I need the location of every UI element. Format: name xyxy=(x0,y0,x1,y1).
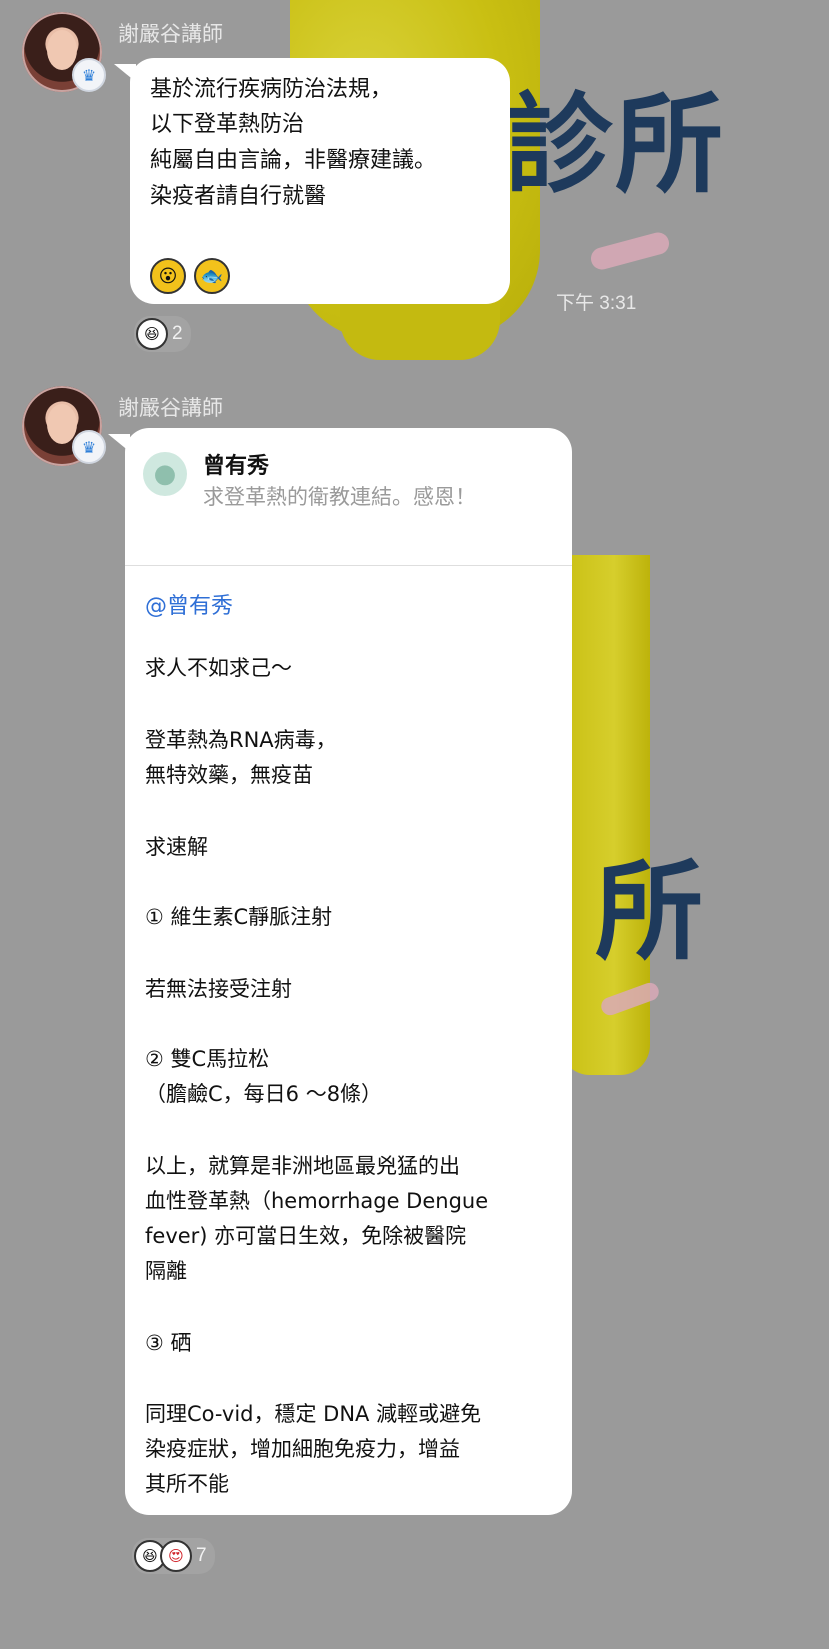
reaction-count: 2 xyxy=(172,323,183,344)
message-line: 基於流行疾病防治法規， xyxy=(150,77,393,102)
love-reaction-icon: 😍 xyxy=(160,1540,192,1572)
crown-icon: ♛ xyxy=(72,430,106,464)
message-line: ② 雙C馬拉松 xyxy=(145,1047,270,1071)
quoted-reply[interactable]: ● 曾有秀 求登革熱的衛教連結。感恩！ xyxy=(125,428,572,566)
mention-link[interactable]: @曾有秀 xyxy=(145,588,233,620)
quoted-user-avatar: ● xyxy=(143,452,187,496)
quoted-text: 求登革熱的衛教連結。感恩！ xyxy=(203,485,476,509)
message-line: ① 維生素C靜脈注射 xyxy=(145,905,333,929)
message-line: 染疫者請自行就醫 xyxy=(150,184,327,209)
message-line: ③ 硒 xyxy=(145,1331,192,1355)
avatar-face xyxy=(47,30,77,70)
reaction-bar[interactable]: 😆 2 xyxy=(134,316,191,352)
avatar-face xyxy=(47,404,77,444)
message-line: fever) 亦可當日生效，免除被醫院 xyxy=(145,1224,467,1248)
message-line: 同理Co-vid，穩定 DNA 減輕或避免 xyxy=(145,1402,482,1426)
reaction-pill[interactable]: 😆 2 xyxy=(134,316,191,352)
crown-icon: ♛ xyxy=(72,58,106,92)
surprised-face-icon: 😮 xyxy=(150,258,186,294)
message-line: 血性登革熱（hemorrhage Dengue xyxy=(145,1189,489,1213)
message-line: 若無法接受注射 xyxy=(145,977,292,1001)
sender-name[interactable]: 謝嚴谷講師 xyxy=(118,392,223,422)
reaction-bar[interactable]: 😆 😍 7 xyxy=(132,1538,215,1574)
laugh-reaction-icon: 😆 xyxy=(136,318,168,350)
quoted-user-name: 曾有秀 xyxy=(203,454,270,479)
emoji-row: 😮 🐟 xyxy=(150,258,230,294)
message-line: 求人不如求己～ xyxy=(145,656,292,680)
message-line: 登革熱為RNA病毒， xyxy=(145,728,337,752)
fish-icon: 🐟 xyxy=(194,258,230,294)
message-line: 求速解 xyxy=(145,835,208,859)
sender-name[interactable]: 謝嚴谷講師 xyxy=(118,18,223,48)
message-line: 染疫症狀，增加細胞免疫力，增益 xyxy=(145,1437,460,1461)
message-line: 其所不能 xyxy=(145,1472,229,1496)
message-line: 隔離 xyxy=(145,1259,187,1283)
message-line: 純屬自由言論，非醫療建議。 xyxy=(150,148,437,173)
reaction-count: 7 xyxy=(196,1545,207,1566)
message-bubble[interactable]: ● 曾有秀 求登革熱的衛教連結。感恩！ @曾有秀 求人不如求己～ 登革熱為RNA… xyxy=(125,428,572,1515)
message-line: 以上，就算是非洲地區最兇猛的出 xyxy=(145,1154,460,1178)
message-1: ♛ 謝嚴谷講師 基於流行疾病防治法規， 以下登革熱防治 純屬自由言論，非醫療建議… xyxy=(0,0,829,360)
reaction-pill[interactable]: 😆 😍 7 xyxy=(132,1538,215,1574)
message-line: 以下登革熱防治 xyxy=(150,112,305,137)
message-line: （膽鹼C，每日6 ～8條） xyxy=(145,1082,383,1106)
message-line: 無特效藥，無疫苗 xyxy=(145,763,313,787)
message-bubble[interactable]: 基於流行疾病防治法規， 以下登革熱防治 純屬自由言論，非醫療建議。 染疫者請自行… xyxy=(130,58,510,304)
